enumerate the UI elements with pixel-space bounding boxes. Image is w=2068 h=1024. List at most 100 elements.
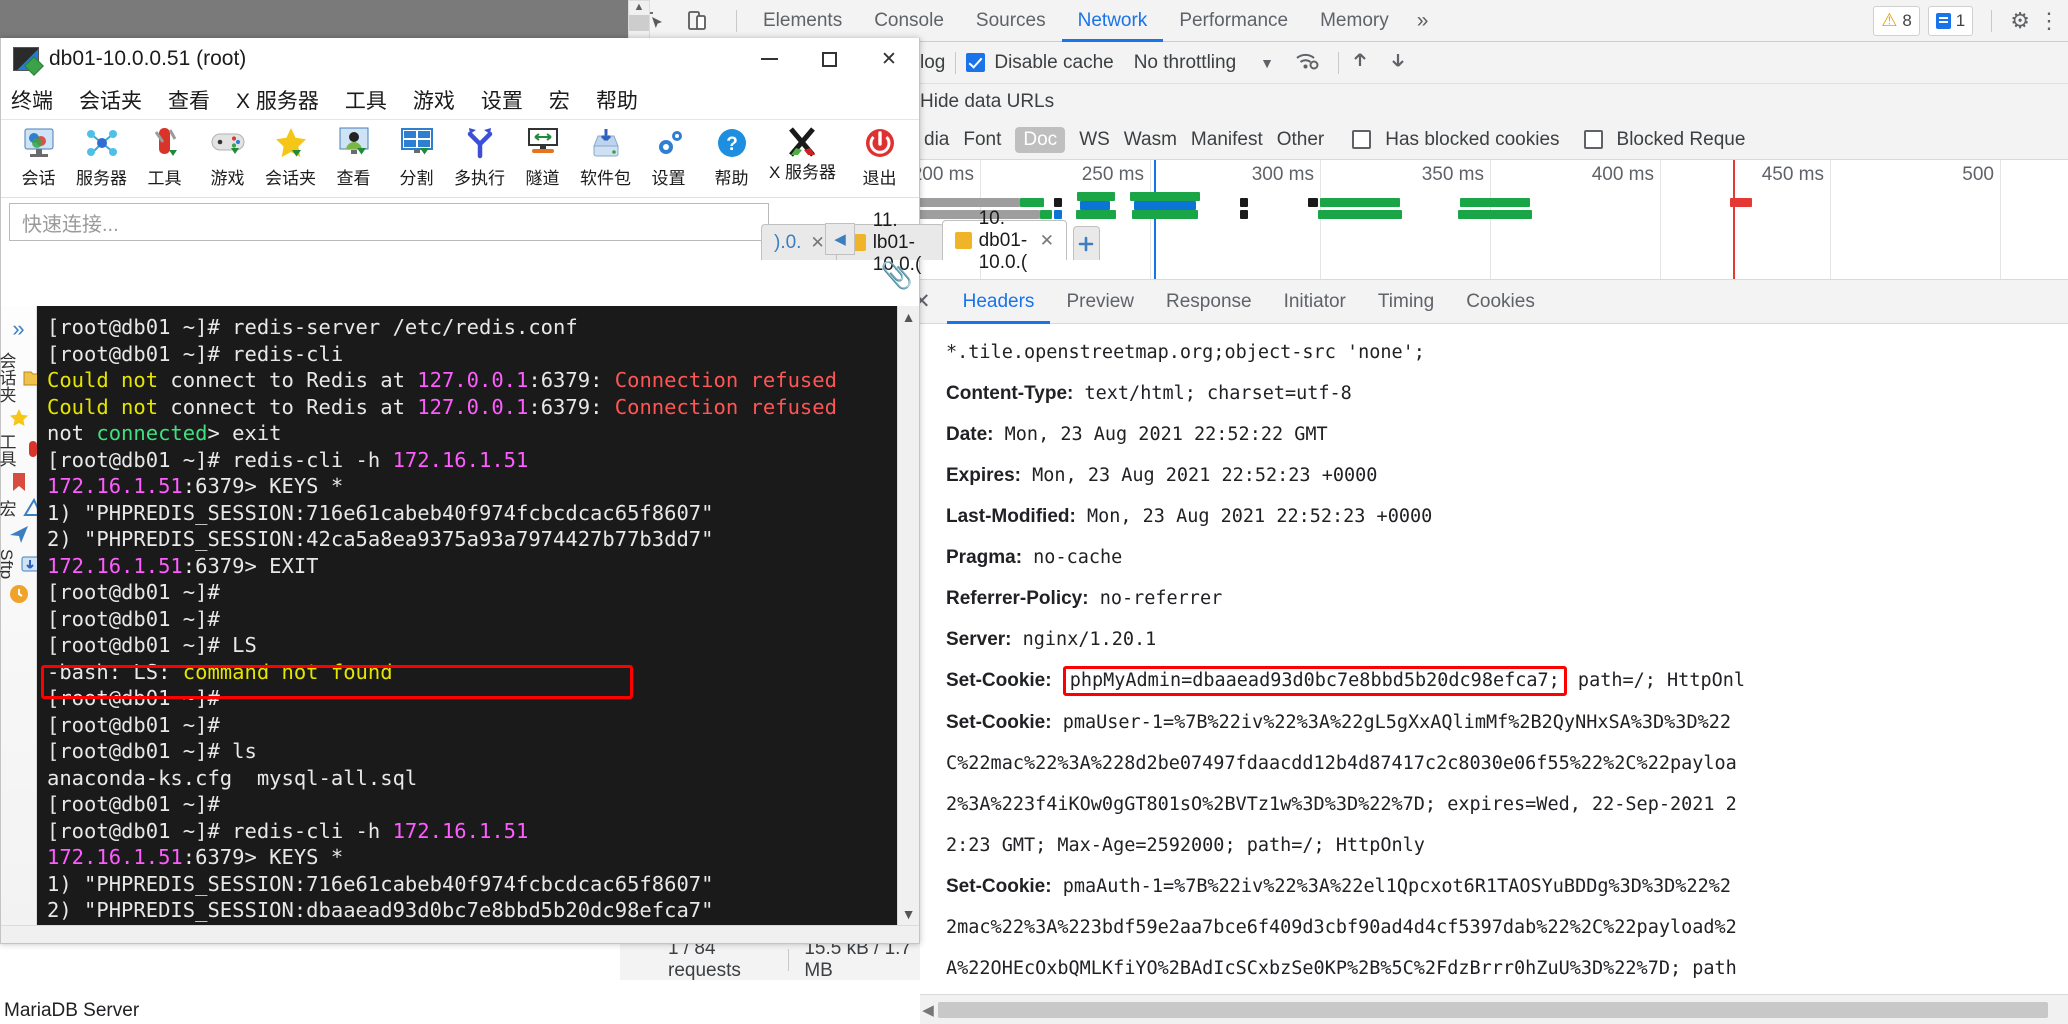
filter-font[interactable]: Font bbox=[963, 129, 1001, 151]
sidebar-item-sftp[interactable]: Sftp bbox=[0, 549, 41, 579]
tabs-scroll-left-button[interactable]: ◀ bbox=[825, 223, 855, 255]
toolbar-button-servers[interactable]: 服务器 bbox=[70, 124, 133, 189]
maximize-button[interactable] bbox=[799, 38, 859, 80]
sidebar-item-tunneling[interactable] bbox=[8, 523, 30, 545]
terminal-text: command not found bbox=[182, 659, 393, 684]
terminal-line: [root@db01 ~]# redis-cli bbox=[47, 341, 919, 368]
filter-ws[interactable]: WS bbox=[1079, 129, 1110, 151]
disable-cache-checkbox[interactable] bbox=[966, 53, 986, 72]
close-icon[interactable]: ✕ bbox=[1040, 231, 1054, 251]
sidebar-item-bookmarks[interactable] bbox=[8, 471, 30, 493]
menu-settings[interactable]: 设置 bbox=[481, 85, 523, 115]
clock-icon bbox=[9, 585, 28, 604]
sidebar-expand-icon[interactable]: » bbox=[12, 316, 24, 342]
quick-connect-input[interactable]: 快速连接... bbox=[9, 203, 769, 241]
games-icon bbox=[209, 124, 247, 162]
minimize-button[interactable] bbox=[739, 38, 799, 80]
detail-tab-timing[interactable]: Timing bbox=[1362, 280, 1450, 324]
chevron-down-icon[interactable]: ▼ bbox=[1260, 55, 1274, 71]
hide-data-urls-label[interactable]: Hide data URLs bbox=[920, 91, 1054, 113]
toolbar-button-tunnel[interactable]: 隧道 bbox=[511, 124, 574, 189]
sidebar-item-history[interactable] bbox=[8, 583, 30, 605]
gear-icon[interactable]: ⚙ bbox=[2010, 8, 2030, 34]
toolbar-button-split[interactable]: 分割 bbox=[385, 124, 448, 189]
kebab-menu-icon[interactable]: ⋮ bbox=[2038, 8, 2060, 34]
menu-help[interactable]: 帮助 bbox=[596, 85, 638, 115]
scroll-left-icon[interactable]: ◀ bbox=[918, 1001, 938, 1019]
terminal-line: 2) "PHPREDIS_SESSION:42ca5a8ea9375a93a79… bbox=[47, 526, 919, 553]
page-scrollbar[interactable]: ▲ bbox=[628, 0, 650, 42]
scroll-up-icon[interactable]: ▲ bbox=[902, 306, 916, 328]
terminal-text: Connection refused bbox=[614, 394, 837, 419]
warning-count-badge[interactable]: ⚠ 8 bbox=[1873, 5, 1920, 36]
menu-terminal[interactable]: 终端 bbox=[11, 85, 53, 115]
network-status-bar: 1 / 84 requests 15.5 kB / 1.7 MB bbox=[620, 938, 920, 981]
scrollbar-thumb[interactable] bbox=[629, 15, 649, 31]
close-button[interactable]: ✕ bbox=[859, 38, 919, 80]
toolbar-button-xserver[interactable]: X 服务器 bbox=[769, 124, 836, 189]
throttling-select[interactable]: No throttling bbox=[1134, 52, 1236, 74]
device-toolbar-icon[interactable] bbox=[684, 8, 710, 34]
tab-elements[interactable]: Elements bbox=[747, 0, 858, 42]
detail-tab-response[interactable]: Response bbox=[1150, 280, 1268, 324]
message-icon bbox=[1935, 12, 1951, 29]
toolbar-button-session[interactable]: 会话 bbox=[7, 124, 70, 189]
toolbar-button-tools[interactable]: 工具 bbox=[133, 124, 196, 189]
import-har-icon[interactable] bbox=[1349, 49, 1371, 77]
warning-triangle-icon: ⚠ bbox=[1881, 10, 1898, 30]
detail-tab-preview[interactable]: Preview bbox=[1050, 280, 1150, 324]
detail-tab-initiator[interactable]: Initiator bbox=[1268, 280, 1362, 324]
menu-games[interactable]: 游戏 bbox=[413, 85, 455, 115]
blocked-requests-checkbox[interactable] bbox=[1583, 130, 1603, 149]
menu-sessions[interactable]: 会话夹 bbox=[79, 85, 142, 115]
tab-network[interactable]: Network bbox=[1062, 0, 1164, 42]
toolbar-button-help[interactable]: ? 帮助 bbox=[700, 124, 763, 189]
tab-console[interactable]: Console bbox=[858, 0, 960, 42]
toolbar-button-sessions-folder[interactable]: 会话夹 bbox=[259, 124, 322, 189]
close-icon[interactable]: ✕ bbox=[810, 233, 824, 253]
scrollbar-thumb[interactable] bbox=[938, 1001, 2048, 1018]
toolbar-label: 会话 bbox=[21, 169, 56, 188]
tab-sources[interactable]: Sources bbox=[960, 0, 1062, 42]
toolbar-button-settings[interactable]: 设置 bbox=[637, 124, 700, 189]
toolbar-button-packages[interactable]: 软件包 bbox=[574, 124, 637, 189]
scroll-up-icon[interactable]: ▲ bbox=[634, 1, 645, 13]
toolbar-button-multiexec[interactable]: 多执行 bbox=[448, 124, 511, 189]
terminal-text: :6379> KEYS * bbox=[182, 474, 344, 498]
session-tab-active[interactable]: 10. db01-10.0.( ✕ bbox=[941, 208, 1067, 273]
tab-performance[interactable]: Performance bbox=[1163, 0, 1304, 42]
more-tabs-icon[interactable]: » bbox=[1405, 9, 1441, 33]
tab-memory[interactable]: Memory bbox=[1304, 0, 1405, 42]
toolbar-button-view[interactable]: 查看 bbox=[322, 124, 385, 189]
tools-icon bbox=[146, 124, 184, 162]
message-count-badge[interactable]: 1 bbox=[1927, 5, 1974, 36]
detail-horizontal-scrollbar[interactable]: ◀ bbox=[918, 994, 2068, 1024]
toolbar-label: 退出 bbox=[862, 169, 897, 188]
timeline-tick: 300 ms bbox=[1251, 164, 1314, 185]
filter-manifest[interactable]: Manifest bbox=[1191, 129, 1263, 151]
terminal-text: :6379: bbox=[528, 394, 615, 419]
detail-tab-headers[interactable]: Headers bbox=[947, 280, 1051, 324]
terminal-text: [root@db01 ~]# redis-server /etc/redis.c… bbox=[47, 315, 578, 339]
toolbar-button-games[interactable]: 游戏 bbox=[196, 124, 259, 189]
paperclip-icon[interactable]: 📎 bbox=[881, 260, 913, 291]
new-tab-button[interactable] bbox=[1072, 226, 1100, 260]
terminal-pane[interactable]: [root@db01 ~]# redis-server /etc/redis.c… bbox=[37, 306, 919, 925]
has-blocked-cookies-checkbox[interactable] bbox=[1352, 130, 1372, 149]
scroll-down-icon[interactable]: ▼ bbox=[902, 903, 916, 925]
menu-tools[interactable]: 工具 bbox=[345, 85, 387, 115]
menu-view[interactable]: 查看 bbox=[168, 85, 210, 115]
terminal-scrollbar[interactable]: ▲ ▼ bbox=[897, 306, 919, 925]
filter-doc[interactable]: Doc bbox=[1015, 126, 1066, 153]
sidebar-item-favorites[interactable] bbox=[8, 407, 30, 429]
export-har-icon[interactable] bbox=[1387, 49, 1409, 77]
filter-other[interactable]: Other bbox=[1277, 129, 1325, 151]
terminal-line: -bash: LS: command not found bbox=[47, 659, 919, 686]
network-conditions-icon[interactable] bbox=[1294, 49, 1320, 77]
menu-macros[interactable]: 宏 bbox=[549, 85, 570, 115]
filter-media[interactable]: dia bbox=[924, 129, 949, 151]
menu-xserver[interactable]: X 服务器 bbox=[236, 85, 319, 115]
filter-wasm[interactable]: Wasm bbox=[1124, 129, 1177, 151]
detail-tab-cookies[interactable]: Cookies bbox=[1450, 280, 1551, 324]
toolbar-button-exit[interactable]: 退出 bbox=[848, 124, 911, 189]
